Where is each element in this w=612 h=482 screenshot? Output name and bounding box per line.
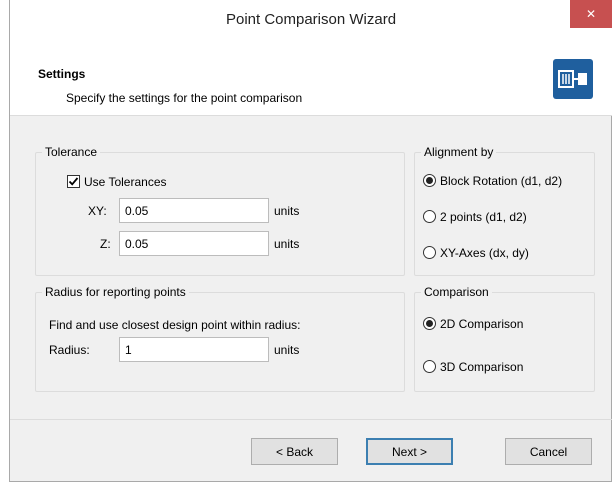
cancel-button[interactable]: Cancel: [505, 438, 592, 465]
two-points-radio[interactable]: [423, 210, 436, 223]
radius-input[interactable]: [119, 337, 269, 362]
comparison-legend: Comparison: [421, 285, 492, 299]
3d-comparison-label[interactable]: 3D Comparison: [440, 360, 523, 374]
alignment-legend: Alignment by: [421, 145, 497, 159]
2d-comparison-radio[interactable]: [423, 317, 436, 330]
xy-units-label: units: [274, 204, 300, 218]
z-tolerance-input[interactable]: [119, 231, 269, 256]
footer-divider: [10, 419, 612, 420]
two-points-label[interactable]: 2 points (d1, d2): [440, 210, 527, 224]
point-comparison-icon: [553, 59, 593, 99]
radius-label: Radius:: [49, 343, 90, 357]
next-button[interactable]: Next >: [366, 438, 453, 465]
xy-label: XY:: [88, 204, 107, 218]
tolerance-legend: Tolerance: [42, 145, 101, 159]
z-units-label: units: [274, 237, 300, 251]
back-button[interactable]: < Back: [251, 438, 338, 465]
radius-description: Find and use closest design point within…: [49, 318, 301, 332]
z-label: Z:: [100, 237, 111, 251]
checkmark-icon: [68, 177, 79, 186]
page-subtitle: Specify the settings for the point compa…: [66, 91, 303, 105]
xy-tolerance-input[interactable]: [119, 198, 269, 223]
tolerance-group: Tolerance Use Tolerances XY: units Z: un…: [35, 145, 405, 276]
radius-group: Radius for reporting points Find and use…: [35, 285, 405, 392]
use-tolerances-checkbox[interactable]: [67, 175, 80, 188]
page-title: Settings: [38, 67, 86, 81]
alignment-group: Alignment by Block Rotation (d1, d2) 2 p…: [414, 145, 595, 276]
block-rotation-label[interactable]: Block Rotation (d1, d2): [440, 174, 562, 188]
wizard-header: Settings Specify the settings for the po…: [10, 40, 612, 116]
radius-legend: Radius for reporting points: [42, 285, 189, 299]
close-icon: ✕: [585, 7, 597, 21]
close-button[interactable]: ✕: [570, 0, 612, 28]
xy-axes-radio[interactable]: [423, 246, 436, 259]
block-rotation-radio[interactable]: [423, 174, 436, 187]
window-title: Point Comparison Wizard: [225, 11, 397, 28]
wizard-window: Point Comparison Wizard ✕ Settings Speci…: [9, 0, 612, 482]
3d-comparison-radio[interactable]: [423, 360, 436, 373]
xy-axes-label[interactable]: XY-Axes (dx, dy): [440, 246, 529, 260]
comparison-group: Comparison 2D Comparison 3D Comparison: [414, 285, 595, 392]
2d-comparison-label[interactable]: 2D Comparison: [440, 317, 523, 331]
use-tolerances-label[interactable]: Use Tolerances: [84, 175, 167, 189]
radius-units-label: units: [274, 343, 300, 357]
title-bar: Point Comparison Wizard ✕: [10, 0, 612, 40]
